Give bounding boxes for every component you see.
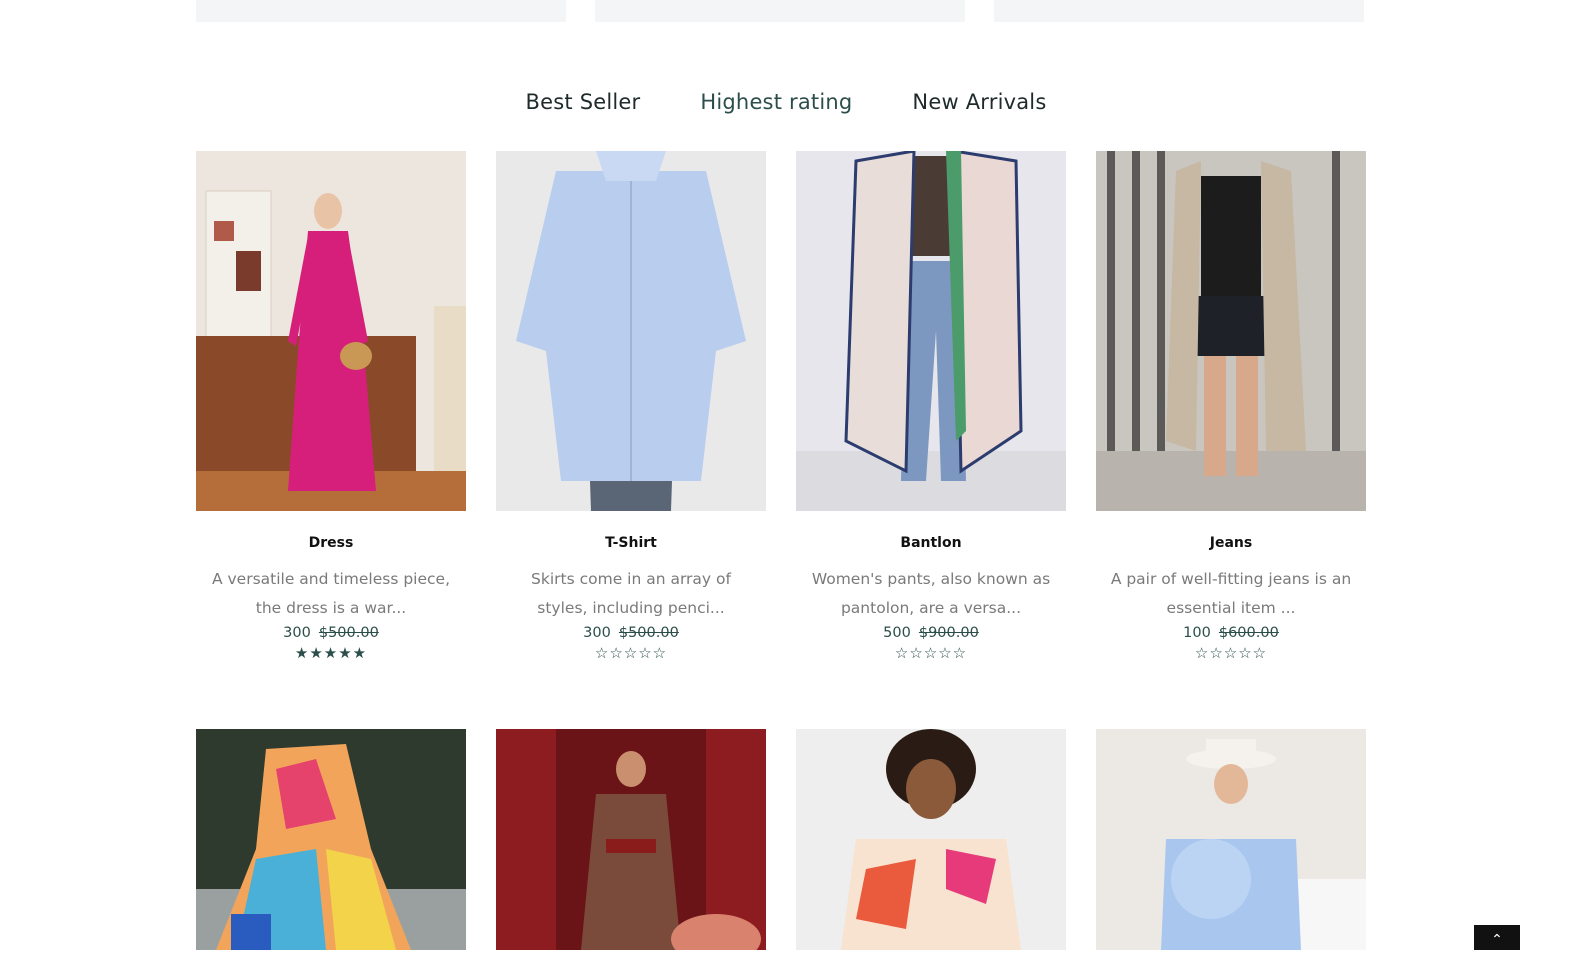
- product-name[interactable]: Dress: [196, 535, 466, 551]
- product-price: 300 $500.00: [196, 625, 466, 641]
- product-image[interactable]: [496, 151, 766, 511]
- product-card[interactable]: T-Shirt Skirts come in an array of style…: [496, 151, 766, 661]
- product-image[interactable]: [496, 729, 766, 950]
- product-card[interactable]: Jeans A pair of well-fitting jeans is an…: [1096, 151, 1366, 661]
- rating-stars-icon: ★★★★★: [294, 644, 368, 662]
- product-image[interactable]: [1096, 151, 1366, 511]
- tab-highest-rating[interactable]: Highest rating: [700, 88, 852, 116]
- rating-stars-icon: ☆☆☆☆☆: [594, 644, 668, 662]
- old-price: $900.00: [918, 625, 979, 641]
- current-price: 500: [883, 625, 911, 641]
- tab-best-seller[interactable]: Best Seller: [526, 88, 641, 116]
- product-description: Skirts come in an array of styles, inclu…: [531, 570, 731, 617]
- tab-new-arrivals[interactable]: New Arrivals: [912, 88, 1046, 116]
- product-name[interactable]: T-Shirt: [496, 535, 766, 551]
- product-name[interactable]: Bantlon: [796, 535, 1066, 551]
- top-banner-placeholder: [196, 0, 566, 22]
- product-price: 100 $600.00: [1096, 625, 1366, 641]
- old-price: $500.00: [618, 625, 679, 641]
- rating-stars-icon: ☆☆☆☆☆: [1194, 644, 1268, 662]
- product-image[interactable]: [796, 729, 1066, 950]
- chevron-up-icon: ⌃: [1491, 932, 1503, 948]
- current-price: 300: [583, 625, 611, 641]
- back-to-top-button[interactable]: ⌃: [1474, 925, 1520, 950]
- product-description: A versatile and timeless piece, the dres…: [211, 570, 451, 617]
- product-image[interactable]: [1096, 729, 1366, 950]
- product-price: 300 $500.00: [496, 625, 766, 641]
- product-price: 500 $900.00: [796, 625, 1066, 641]
- product-grid: Dress A versatile and timeless piece, th…: [196, 151, 1366, 661]
- product-card[interactable]: Dress A versatile and timeless piece, th…: [196, 151, 466, 661]
- old-price: $500.00: [318, 625, 379, 641]
- current-price: 300: [283, 625, 311, 641]
- top-banner-placeholder: [595, 0, 965, 22]
- product-image[interactable]: [196, 729, 466, 950]
- old-price: $600.00: [1218, 625, 1279, 641]
- product-image[interactable]: [196, 151, 466, 511]
- product-description: Women's pants, also known as pantolon, a…: [811, 570, 1051, 617]
- product-image[interactable]: [796, 151, 1066, 511]
- product-description: A pair of well-fitting jeans is an essen…: [1110, 570, 1352, 617]
- rating-stars-icon: ☆☆☆☆☆: [894, 644, 968, 662]
- current-price: 100: [1183, 625, 1211, 641]
- product-card[interactable]: Bantlon Women's pants, also known as pan…: [796, 151, 1066, 661]
- top-banner-placeholder: [994, 0, 1364, 22]
- product-tabs: Best Seller Highest rating New Arrivals: [0, 88, 1572, 116]
- product-name[interactable]: Jeans: [1096, 535, 1366, 551]
- product-grid-row-2: [196, 729, 1366, 950]
